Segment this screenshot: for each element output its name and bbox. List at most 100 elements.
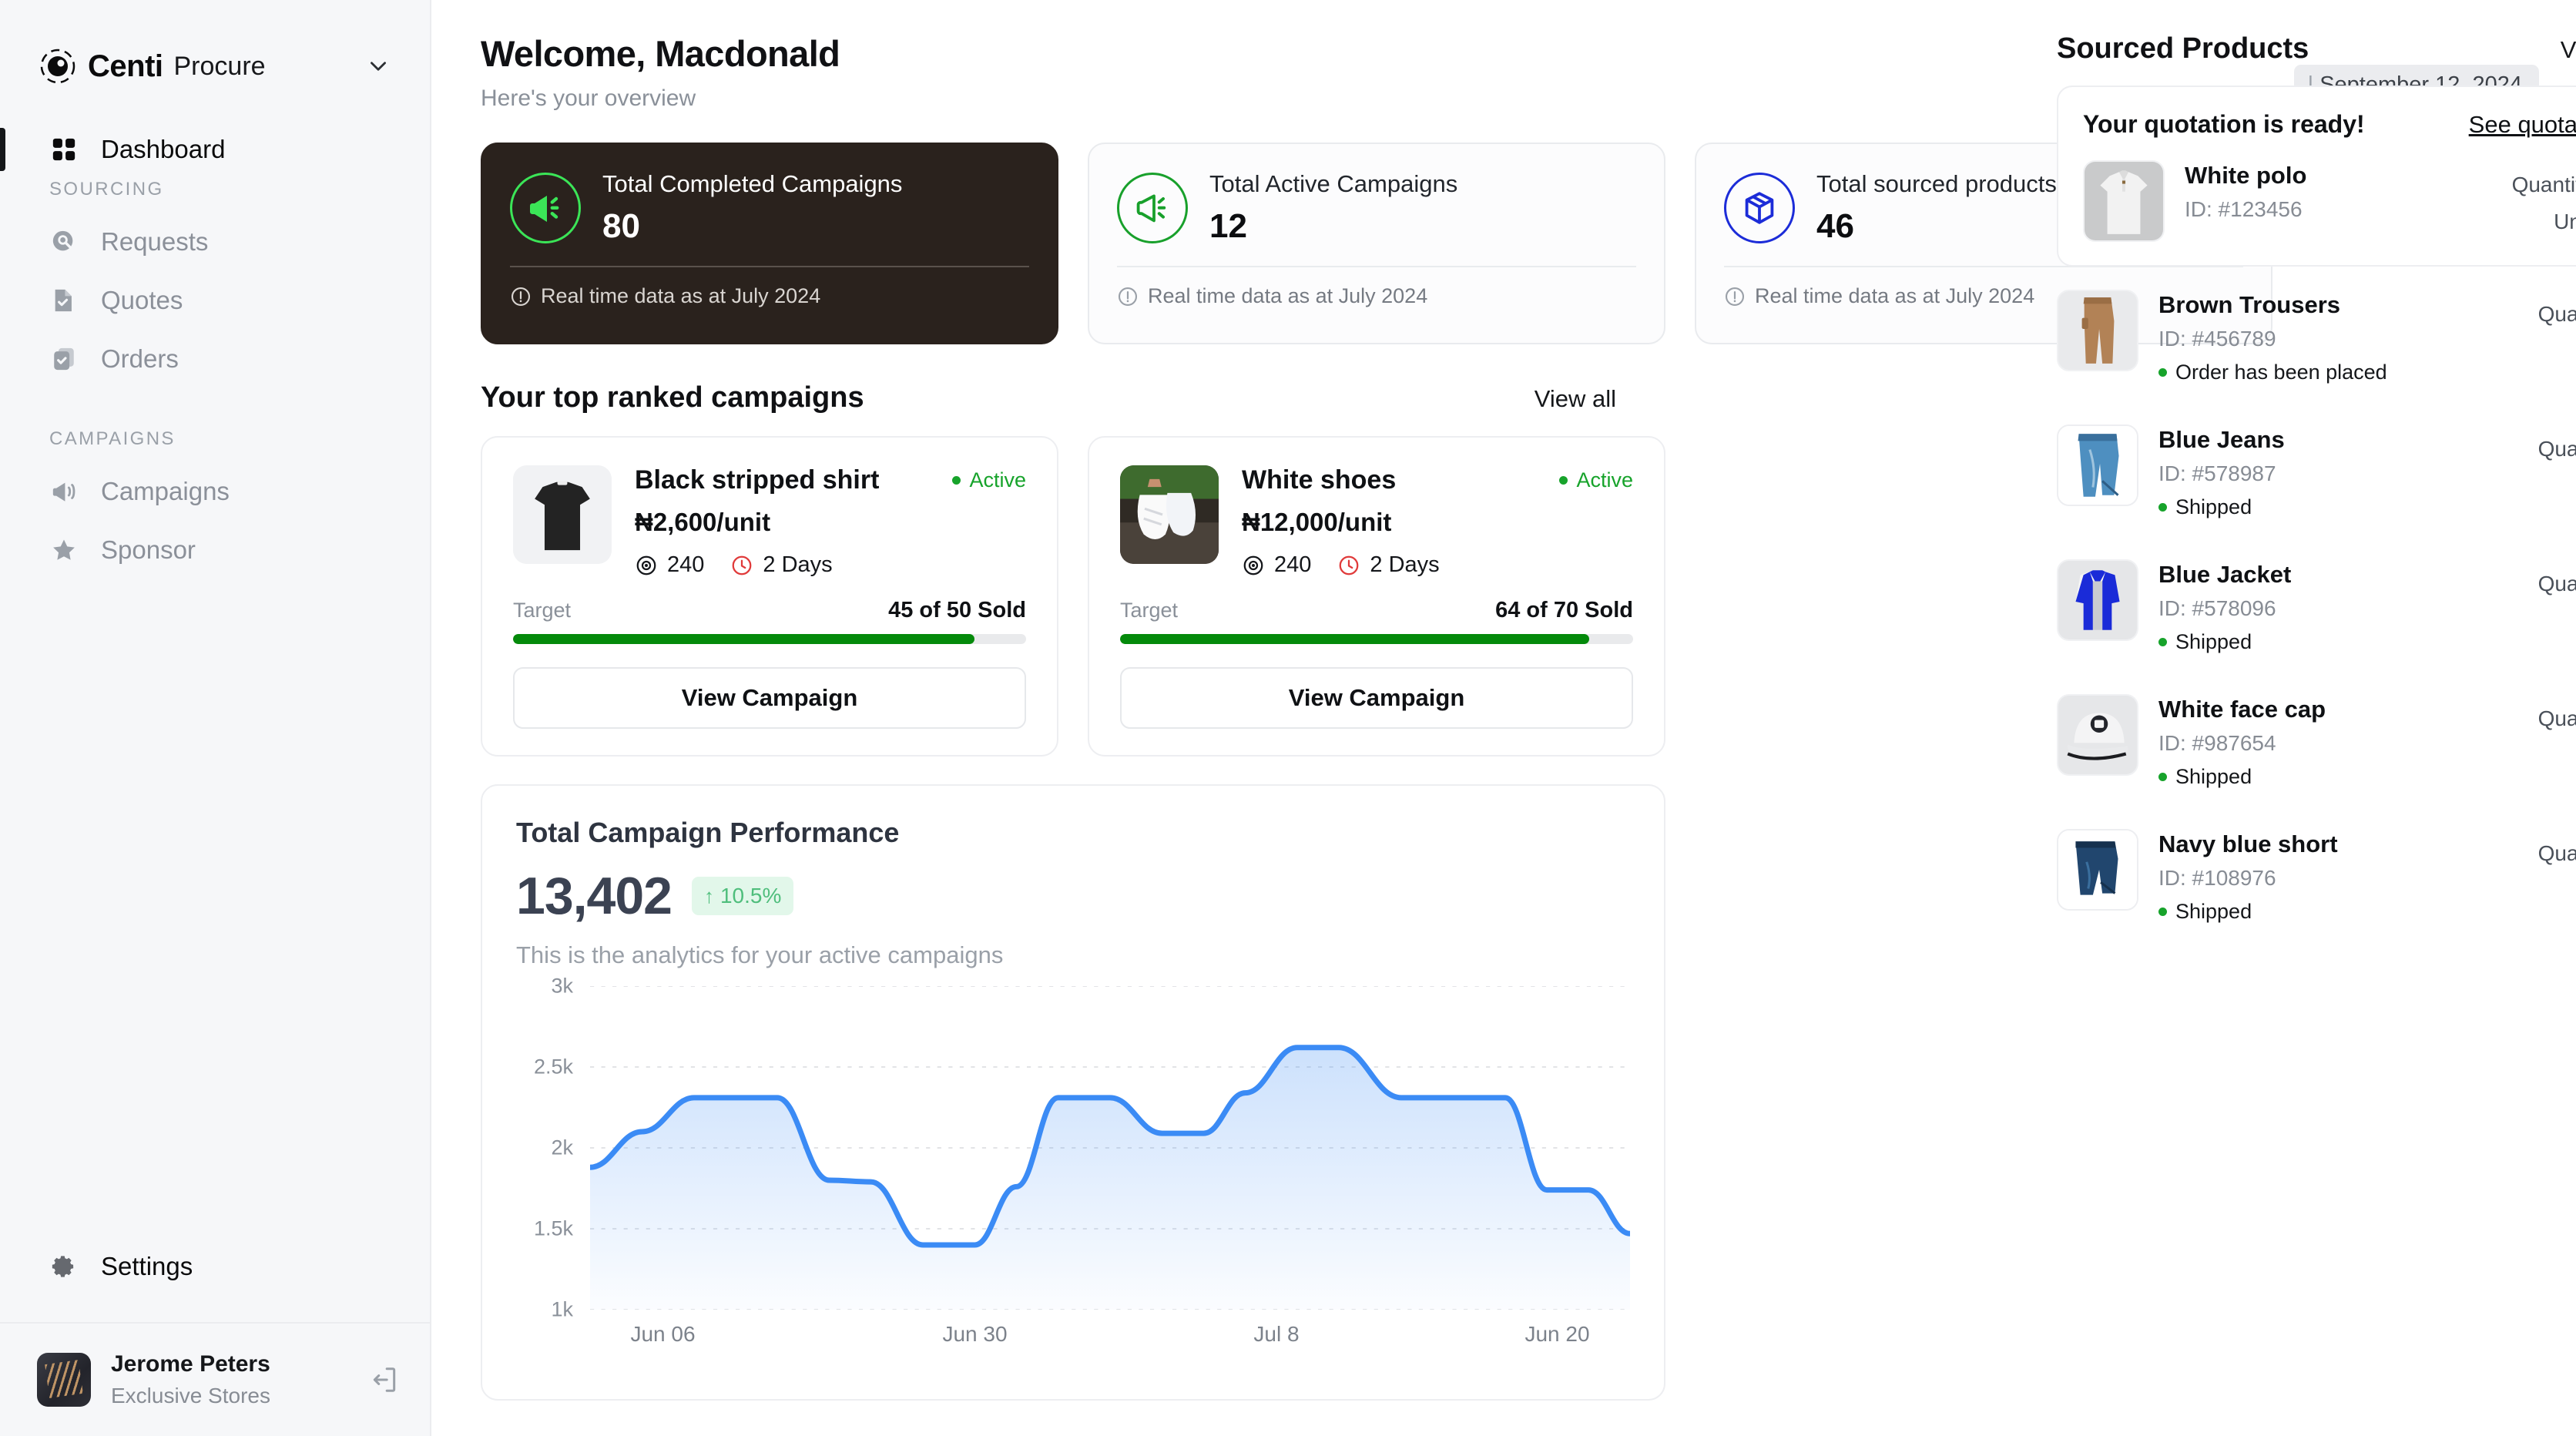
view-campaign-button[interactable]: View Campaign [1120,667,1633,729]
product-id: ID: #108976 [2158,866,2276,890]
chevron-down-icon[interactable] [367,55,390,78]
stat-footnote: Real time data as at July 2024 [510,284,1029,308]
sidebar-item-requests[interactable]: Requests [0,213,430,271]
product-thumbnail [2057,829,2138,911]
megaphone-icon [1117,173,1188,243]
campaign-thumbnail [1120,465,1219,564]
list-item[interactable]: Brown Trousers ID: #456789 Order has bee… [2057,270,2576,404]
product-name: Blue Jeans [2158,426,2285,453]
campaign-price: ₦2,600/unit [635,508,771,536]
views-count: 240 [1274,552,1312,577]
chart-canvas [590,985,1630,1310]
stat-value: 46 [1816,207,1854,245]
chart-y-tick: 2k [551,1136,573,1159]
sidebar-footer: Settings Jerome Peters Exclusive Stores [0,1237,430,1436]
status-text: Shipped [2175,630,2252,653]
info-icon [1117,286,1139,307]
megaphone-icon [49,477,79,506]
chart-x-tick: Jun 06 [630,1322,696,1346]
stat-card-active-campaigns[interactable]: Total Active Campaigns 12 Real time data… [1088,143,1665,344]
sidebar-item-campaigns[interactable]: Campaigns [0,462,430,521]
product-id: ID: #578096 [2158,596,2276,620]
product-status: Shipped [2158,495,2480,519]
product-name: Blue Jacket [2158,561,2292,588]
quantity-label: Quantity: [2511,173,2576,196]
sidebar: Centi Procure Dashboard SOURCING Request… [0,0,431,1436]
list-item[interactable]: White polo ID: #123456 Quantity: 1 Unit:… [2083,139,2576,242]
dashboard-app: Centi Procure Dashboard SOURCING Request… [0,0,2576,1436]
status-dot-icon [1559,476,1568,485]
product-unit: Unit: 3 [2480,743,2576,768]
status-dot-icon [2158,368,2167,377]
list-item[interactable]: Blue Jeans ID: #578987 Shipped Quantity:… [2057,404,2576,539]
centi-logo-icon [37,45,79,87]
stat-value: 12 [1209,207,1247,245]
sourced-section-header: Sourced Products View all [2057,32,2576,65]
sidebar-section-sourcing: SOURCING [49,179,164,200]
product-thumbnail [2057,424,2138,506]
arrow-up-icon: ↑ [703,884,714,908]
stat-footnote: Real time data as at July 2024 [1117,284,1636,308]
sidebar-item-quotes[interactable]: Quotes [0,271,430,330]
clock-icon [730,554,753,577]
product-thumbnail [2057,559,2138,641]
user-org: Exclusive Stores [111,1383,270,1407]
sidebar-item-settings[interactable]: Settings [0,1237,430,1296]
sidebar-item-label: Requests [101,227,209,256]
product-name: Brown Trousers [2158,291,2340,318]
quantity-label: Quantity: [2537,706,2576,730]
chart-y-tick: 1.5k [533,1216,573,1240]
campaign-card[interactable]: White shoes Active ₦12,000/unit 240 2 Da… [1088,436,1665,757]
stat-card-completed-campaigns[interactable]: Total Completed Campaigns 80 Real time d… [481,143,1058,344]
product-quantity: Quantity: 1 [2454,173,2576,197]
product-list: Brown Trousers ID: #456789 Order has bee… [2057,270,2576,944]
view-campaign-button[interactable]: View Campaign [513,667,1026,729]
sidebar-item-label: Quotes [101,286,183,314]
chart-y-axis: 1k 1.5k 2k 2.5k 3k [516,975,573,1321]
progress-bar-fill [513,634,975,644]
days-left: 2 Days [1370,552,1440,577]
clock-icon [1337,554,1360,577]
days-left: 2 Days [763,552,833,577]
progress-bar-fill [1120,634,1589,644]
sidebar-item-dashboard[interactable]: Dashboard [0,120,430,179]
list-item[interactable]: Blue Jacket ID: #578096 Shipped Quantity… [2057,539,2576,674]
page-subtitle: Here's your overview [481,86,696,111]
list-item[interactable]: Navy blue short ID: #108976 Shipped Quan… [2057,809,2576,944]
sold-count: 45 of 50 Sold [888,598,1026,622]
view-all-products-link[interactable]: View all [2561,36,2576,64]
status-dot-icon [2158,773,2167,781]
brand-header[interactable]: Centi Procure [0,0,430,102]
status-dot-icon [2158,638,2167,646]
campaign-name: White shoes [1242,465,1397,495]
stat-label: Total sourced products [1816,170,2057,197]
product-id: ID: #578987 [2158,461,2276,485]
target-label: Target [1120,599,1179,622]
sold-count: 64 of 70 Sold [1495,598,1633,622]
sidebar-item-orders[interactable]: Orders [0,330,430,388]
product-id: ID: #987654 [2158,731,2276,755]
info-icon [510,286,532,307]
product-quantity: Quantity: 1 [2480,437,2576,461]
product-status: Shipped [2158,900,2480,924]
product-status: Shipped [2158,765,2480,789]
product-unit: Unit: 3 [2480,339,2576,364]
stat-footnote-text: Real time data as at July 2024 [541,284,821,307]
chart-x-tick: Jun 30 [942,1322,1008,1346]
status-badge: Active [952,468,1026,492]
status-text: Active [1576,468,1633,492]
change-value: 10.5% [719,884,782,908]
see-quotation-link[interactable]: See quotation [2469,111,2576,139]
quantity-label: Quantity: [2537,841,2576,865]
page-title: Welcome, Macdonald [481,33,840,74]
campaign-card[interactable]: Black stripped shirt Active ₦2,600/unit [481,436,1058,757]
sidebar-item-sponsor[interactable]: Sponsor [0,521,430,579]
divider [1117,266,1636,267]
product-quantity: Quantity: 1 [2480,302,2576,327]
view-all-campaigns-link[interactable]: View all [1535,385,1616,413]
unit-label: Unit: [2554,210,2576,233]
eye-icon [1242,554,1265,577]
logout-icon[interactable] [370,1365,399,1394]
user-profile[interactable]: Jerome Peters Exclusive Stores [0,1324,430,1410]
list-item[interactable]: White face cap ID: #987654 Shipped Quant… [2057,674,2576,809]
